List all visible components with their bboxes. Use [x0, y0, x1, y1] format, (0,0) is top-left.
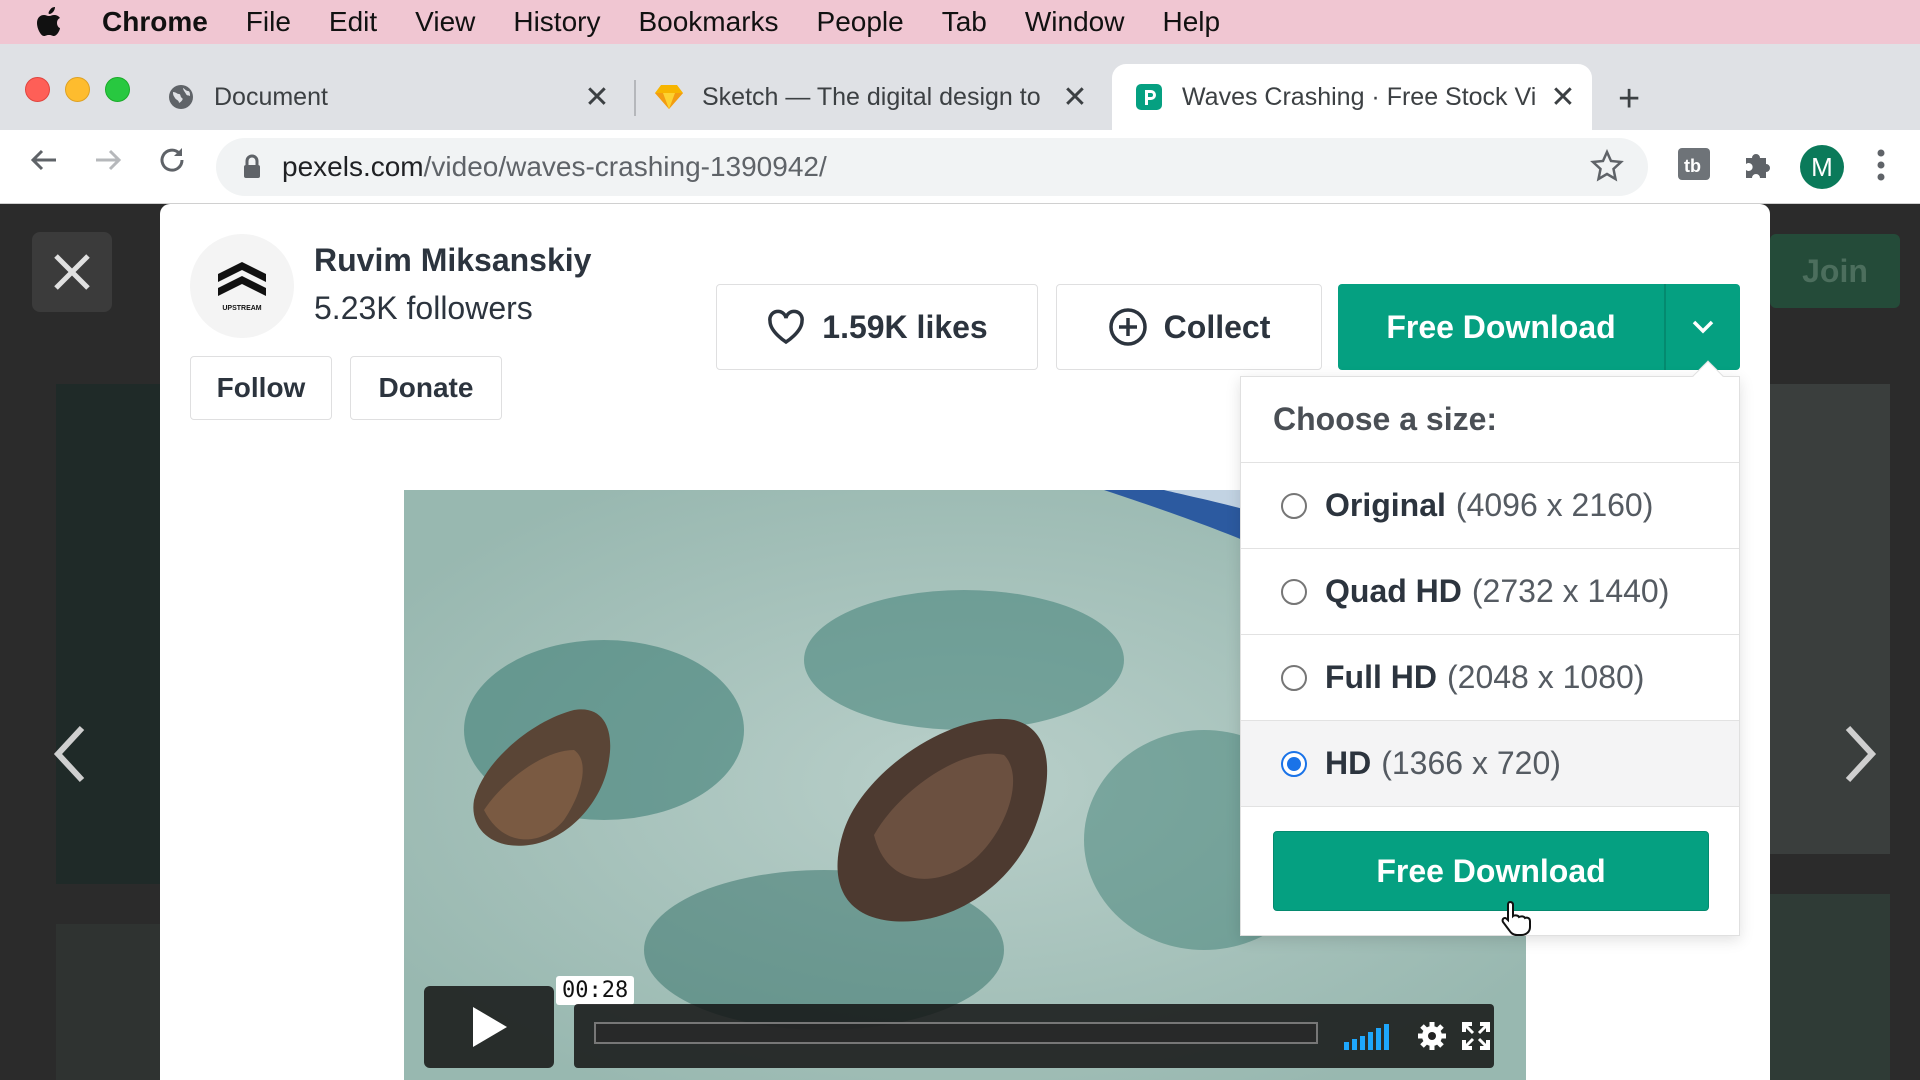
author-name[interactable]: Ruvim Miksanskiy: [314, 242, 591, 279]
new-tab-button[interactable]: +: [1618, 78, 1640, 121]
size-dimensions: (2048 x 1080): [1446, 659, 1645, 695]
window-minimize-button[interactable]: [65, 77, 90, 102]
bookmark-star-icon[interactable]: [1590, 148, 1624, 188]
back-button[interactable]: [28, 144, 60, 185]
background-thumbnail: [56, 384, 166, 884]
tab-title: Sketch — The digital design to: [702, 82, 1041, 111]
background-thumbnail: [56, 924, 166, 1080]
play-button[interactable]: [424, 986, 554, 1068]
menu-window[interactable]: Window: [1025, 6, 1125, 38]
url-path: /video/waves-crashing-1390942/: [423, 151, 827, 182]
close-icon: [54, 254, 90, 290]
menu-tab[interactable]: Tab: [942, 6, 987, 38]
playback-bar: [574, 1004, 1494, 1068]
menu-people[interactable]: People: [817, 6, 904, 38]
size-dimensions: (2732 x 1440): [1471, 573, 1670, 609]
address-bar[interactable]: pexels.com/video/waves-crashing-1390942/: [216, 138, 1648, 196]
forward-button[interactable]: [92, 144, 124, 185]
size-option-original[interactable]: Original (4096 x 2160): [1241, 463, 1739, 549]
chrome-menu-icon[interactable]: [1876, 148, 1886, 182]
menu-file[interactable]: File: [246, 6, 291, 38]
close-modal-button[interactable]: [32, 232, 112, 312]
author-avatar[interactable]: UPSTREAM: [190, 234, 294, 338]
background-thumbnail: [1770, 894, 1890, 1080]
size-dropdown: Choose a size: Original (4096 x 2160) Qu…: [1240, 360, 1740, 936]
svg-text:UPSTREAM: UPSTREAM: [222, 305, 261, 312]
next-arrow-icon[interactable]: [1840, 724, 1880, 798]
browser-toolbar: pexels.com/video/waves-crashing-1390942/…: [0, 130, 1920, 204]
size-name: Original: [1325, 487, 1446, 523]
reload-button[interactable]: [156, 144, 188, 185]
radio-button[interactable]: [1281, 492, 1307, 519]
menu-history[interactable]: History: [513, 6, 600, 38]
chevron-down-icon: [1692, 320, 1714, 334]
play-icon: [473, 1007, 507, 1047]
video-timestamp: 00:28: [556, 976, 635, 1005]
size-option-quad-hd[interactable]: Quad HD (2732 x 1440): [1241, 549, 1739, 635]
join-button[interactable]: Join: [1770, 234, 1900, 308]
tab-title: Document: [214, 82, 328, 111]
video-controls: 00:28: [424, 976, 1494, 1068]
size-name: Quad HD: [1325, 573, 1462, 609]
size-dimensions: (1366 x 720): [1381, 745, 1561, 781]
size-option-hd[interactable]: HD (1366 x 720): [1241, 721, 1739, 807]
menu-chrome[interactable]: Chrome: [102, 6, 208, 38]
settings-gear-icon[interactable]: [1416, 1020, 1448, 1057]
tab-document[interactable]: Document ✕: [166, 64, 626, 130]
menu-edit[interactable]: Edit: [329, 6, 377, 38]
volume-icon[interactable]: [1344, 1024, 1394, 1055]
tab-close-icon[interactable]: ✕: [1548, 80, 1578, 115]
globe-icon: [166, 82, 196, 112]
previous-arrow-icon[interactable]: [50, 724, 90, 798]
tab-separator: [634, 80, 636, 116]
tab-waves-crashing[interactable]: Waves Crashing · Free Stock Vi ✕: [1112, 64, 1592, 130]
radio-button[interactable]: [1281, 578, 1307, 605]
plus-circle-icon: [1108, 308, 1147, 346]
menu-help[interactable]: Help: [1162, 6, 1220, 38]
menu-bookmarks[interactable]: Bookmarks: [638, 6, 778, 38]
follower-count: 5.23K followers: [314, 290, 533, 326]
window-close-button[interactable]: [25, 77, 50, 102]
size-name: Full HD: [1325, 659, 1437, 695]
window-zoom-button[interactable]: [105, 77, 130, 102]
donate-button[interactable]: Donate: [350, 356, 502, 420]
tab-sketch[interactable]: Sketch — The digital design to ✕: [654, 64, 1104, 130]
free-download-split-button: Free Download: [1338, 284, 1740, 370]
url-text: pexels.com/video/waves-crashing-1390942/: [282, 151, 827, 183]
size-option-full-hd[interactable]: Full HD (2048 x 1080): [1241, 635, 1739, 721]
size-dimensions: (4096 x 2160): [1455, 487, 1654, 523]
lock-icon[interactable]: [242, 154, 262, 180]
tab-close-icon[interactable]: ✕: [1060, 80, 1090, 115]
heart-icon: [768, 309, 805, 345]
tab-title: Waves Crashing · Free Stock Vi: [1182, 82, 1537, 111]
tab-strip: Document ✕ Sketch — The digital design t…: [0, 44, 1920, 130]
extension-tb-icon[interactable]: tb: [1676, 146, 1712, 187]
radio-button[interactable]: [1281, 664, 1307, 691]
size-heading: Choose a size:: [1241, 377, 1739, 463]
apple-icon[interactable]: [36, 7, 80, 37]
extensions-puzzle-icon[interactable]: [1740, 146, 1776, 187]
progress-track[interactable]: [594, 1022, 1318, 1044]
size-name: HD: [1325, 745, 1372, 781]
fullscreen-icon[interactable]: [1462, 1022, 1490, 1055]
profile-avatar[interactable]: M: [1800, 145, 1844, 189]
svg-text:tb: tb: [1684, 156, 1701, 176]
likes-label: 1.59K likes: [822, 308, 988, 345]
url-domain: pexels.com: [282, 151, 424, 182]
menu-view[interactable]: View: [415, 6, 475, 38]
collect-button[interactable]: Collect: [1056, 284, 1322, 370]
free-download-button[interactable]: Free Download: [1338, 284, 1664, 370]
follow-button[interactable]: Follow: [190, 356, 332, 420]
sketch-diamond-icon: [654, 82, 684, 112]
dropdown-free-download-button[interactable]: Free Download: [1273, 831, 1709, 911]
macos-menu-bar: Chrome File Edit View History Bookmarks …: [0, 0, 1920, 44]
collect-label: Collect: [1163, 308, 1271, 345]
tab-close-icon[interactable]: ✕: [582, 80, 612, 115]
download-options-toggle[interactable]: [1664, 284, 1740, 370]
radio-dot: [1287, 756, 1301, 771]
like-button[interactable]: 1.59K likes: [716, 284, 1038, 370]
hand-pointer-cursor-icon: [1500, 900, 1532, 941]
pexels-icon: [1134, 82, 1164, 112]
radio-button-selected[interactable]: [1281, 750, 1307, 777]
